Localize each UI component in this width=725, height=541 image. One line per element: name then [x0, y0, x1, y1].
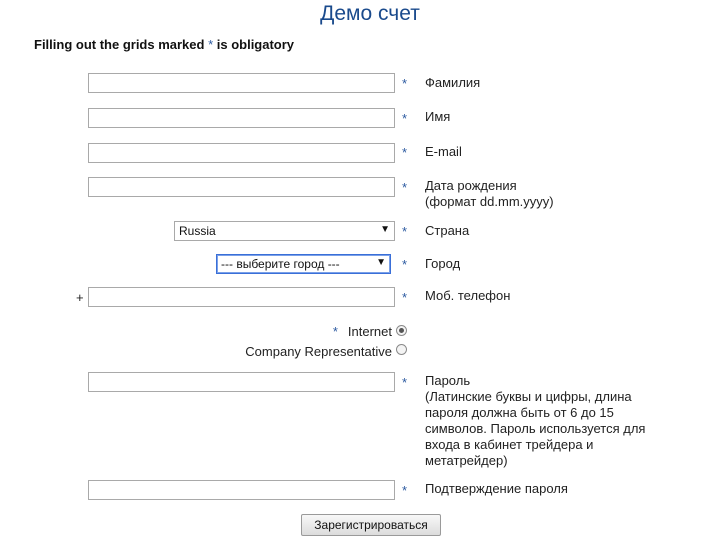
required-star: *: [402, 111, 408, 126]
birthdate-field[interactable]: [88, 177, 395, 197]
required-star: *: [402, 375, 408, 390]
required-note: Filling out the grids marked * is obliga…: [34, 37, 294, 52]
required-star: *: [402, 76, 408, 91]
birthdate-format-hint: (формат dd.mm.yyyy): [425, 194, 554, 209]
password-label: Пароль (Латинские буквы и цифры, длина п…: [425, 373, 645, 469]
required-star: *: [402, 145, 408, 160]
company-representative-radio-label: Company Representative: [245, 344, 392, 359]
required-star: *: [402, 180, 408, 195]
city-selected-value: --- выберите город ---: [221, 257, 340, 271]
chevron-down-icon: ▼: [376, 257, 386, 268]
required-note-text-before: Filling out the grids marked: [34, 37, 209, 52]
country-select[interactable]: Russia ▼: [174, 221, 395, 241]
required-note-text-after: is obligatory: [213, 37, 295, 52]
password-field[interactable]: [88, 372, 395, 392]
country-label: Страна: [425, 223, 470, 238]
name-label: Имя: [425, 109, 451, 124]
internet-radio-label: Internet: [347, 324, 392, 339]
required-star: *: [402, 224, 408, 239]
required-star: *: [402, 483, 408, 498]
required-star: *: [402, 257, 408, 272]
company-representative-radio[interactable]: [396, 344, 407, 355]
password-confirm-field[interactable]: [88, 480, 395, 500]
city-select[interactable]: --- выберите город --- ▼: [216, 254, 391, 274]
password-label-line: символов. Пароль используется для: [425, 421, 646, 436]
password-label-line: входа в кабинет трейдера и: [425, 437, 594, 452]
country-selected-value: Russia: [179, 224, 216, 238]
surname-field[interactable]: [88, 73, 395, 93]
name-field[interactable]: [88, 108, 395, 128]
password-label-line: метатрейдер): [425, 453, 508, 468]
register-button[interactable]: Зарегистрироваться: [301, 514, 441, 536]
password-label-line: (Латинские буквы и цифры, длина: [425, 389, 632, 404]
required-star: *: [402, 290, 408, 305]
password-label-line: пароля должна быть от 6 до 15: [425, 405, 614, 420]
password-label-line: Пароль: [425, 373, 471, 388]
city-label: Город: [425, 256, 461, 271]
birthdate-label: Дата рождения: [425, 178, 517, 193]
password-confirm-label: Подтверждение пароля: [425, 481, 568, 496]
email-label: E-mail: [425, 144, 462, 159]
chevron-down-icon: ▼: [380, 224, 390, 235]
phone-label: Моб. телефон: [425, 288, 511, 303]
required-star: *: [332, 324, 338, 339]
surname-label: Фамилия: [425, 75, 481, 90]
email-field[interactable]: [88, 143, 395, 163]
phone-prefix: +: [76, 290, 84, 305]
phone-field[interactable]: [88, 287, 395, 307]
page-title: Демо счет: [320, 2, 420, 25]
internet-radio[interactable]: [396, 325, 407, 336]
